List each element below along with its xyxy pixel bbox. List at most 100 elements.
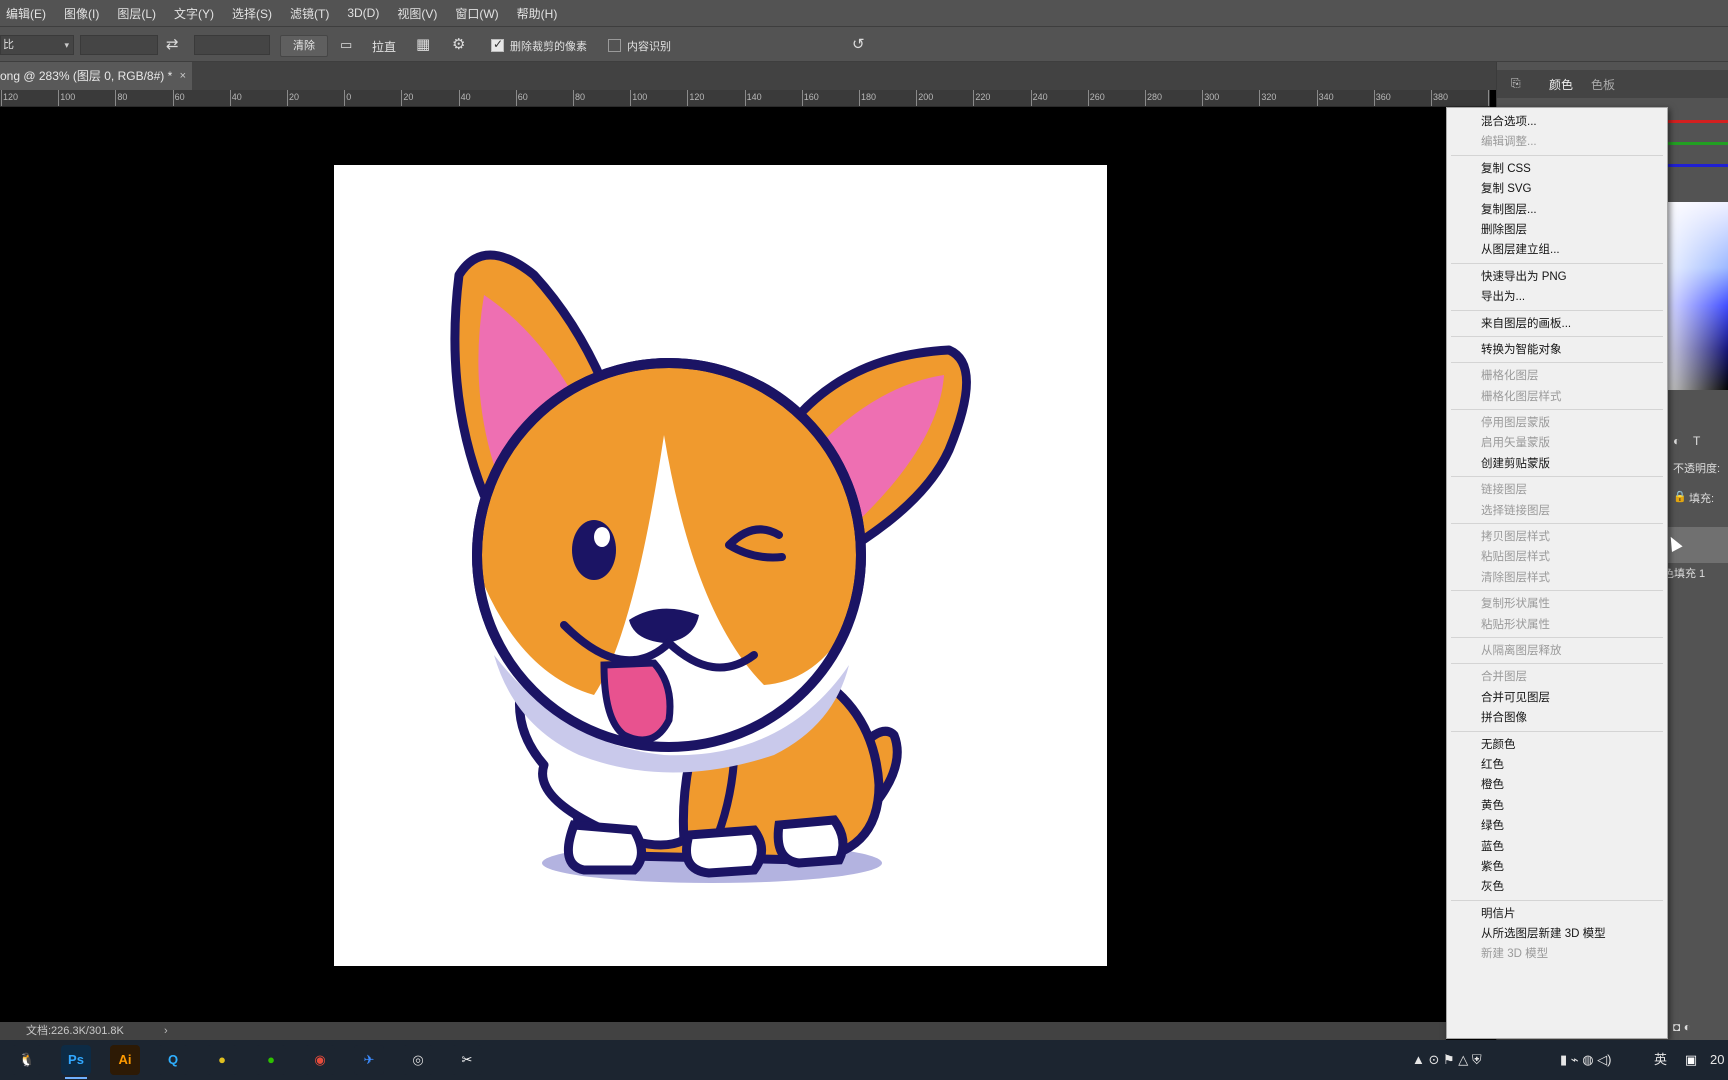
tab-swatches[interactable]: 色板 bbox=[1591, 76, 1615, 93]
context-menu-item: 新建 3D 模型 bbox=[1481, 948, 1549, 961]
clock: 20 bbox=[1710, 1052, 1725, 1067]
context-menu-item: 复制形状属性 bbox=[1481, 598, 1550, 611]
menu-separator bbox=[1451, 590, 1663, 592]
menu-item[interactable]: 图像(I) bbox=[64, 5, 109, 22]
ruler-tick: 120 bbox=[0, 90, 19, 106]
menu-item[interactable]: 编辑(E) bbox=[6, 5, 56, 22]
width-input[interactable] bbox=[80, 35, 158, 55]
menu-item[interactable]: 帮助(H) bbox=[517, 5, 568, 22]
context-menu-item[interactable]: 来自图层的画板... bbox=[1447, 314, 1667, 334]
wechat-icon[interactable]: ● bbox=[256, 1045, 286, 1075]
context-menu-item[interactable]: 复制图层... bbox=[1447, 200, 1667, 220]
context-menu-item: 清除图层样式 bbox=[1481, 571, 1550, 584]
chrome-icon[interactable]: ◉ bbox=[305, 1045, 335, 1075]
qq-icon[interactable]: 🐧 bbox=[12, 1045, 42, 1075]
context-menu-item[interactable]: 创建剪贴蒙版 bbox=[1447, 454, 1667, 474]
history-icon[interactable]: ⎘ bbox=[1511, 76, 1521, 91]
context-menu-item[interactable]: 导出为... bbox=[1447, 287, 1667, 307]
close-icon[interactable]: × bbox=[180, 62, 186, 90]
menu-item[interactable]: 选择(S) bbox=[232, 5, 282, 22]
context-menu-item[interactable]: 黄色 bbox=[1447, 796, 1667, 816]
photoshop-icon[interactable]: Ps bbox=[61, 1045, 91, 1079]
tray-icons[interactable]: ▲ ⊙ ⚑ △ ⛨ bbox=[1412, 1040, 1482, 1080]
menu-separator bbox=[1451, 154, 1663, 156]
context-menu-item: 编辑调整... bbox=[1481, 136, 1537, 149]
ruler-tick: 300 bbox=[1202, 90, 1220, 106]
color-spectrum[interactable] bbox=[1668, 202, 1728, 390]
type-icon[interactable]: T bbox=[1693, 434, 1700, 448]
context-menu-item[interactable]: 混合选项... bbox=[1447, 112, 1667, 132]
browser-q-icon[interactable]: Q bbox=[158, 1045, 188, 1075]
context-menu-item[interactable]: 橙色 bbox=[1447, 775, 1667, 795]
menu-separator bbox=[1451, 523, 1663, 525]
ruler-tick: 140 bbox=[744, 90, 762, 106]
context-menu-item[interactable]: 灰色 bbox=[1447, 877, 1667, 897]
panel-tabs: ⎘ 颜色 色板 bbox=[1497, 70, 1728, 98]
context-menu-item[interactable]: 蓝色 bbox=[1447, 837, 1667, 857]
ruler-tick: 80 bbox=[572, 90, 586, 106]
menu-item[interactable]: 滤镜(T) bbox=[290, 5, 339, 22]
ruler-tick: 100 bbox=[58, 90, 76, 106]
canvas-area[interactable] bbox=[0, 107, 1446, 1027]
menu-item[interactable]: 图层(L) bbox=[117, 5, 166, 22]
context-menu-item[interactable]: 明信片 bbox=[1447, 904, 1667, 924]
context-menu-item[interactable]: 复制 SVG bbox=[1447, 179, 1667, 199]
context-menu-item[interactable]: 快速导出为 PNG bbox=[1447, 267, 1667, 287]
capcut-icon[interactable]: ✂ bbox=[452, 1045, 482, 1075]
context-menu-item[interactable]: 紫色 bbox=[1447, 857, 1667, 877]
menu-item[interactable]: 3D(D) bbox=[347, 6, 389, 20]
green-slider[interactable] bbox=[1668, 142, 1728, 145]
menu-item[interactable]: 视图(V) bbox=[397, 5, 447, 22]
layer-context-menu: 混合选项... 编辑调整... 复制 CSS 复制 SVG 复制图层... 删除图层 从图层… bbox=[1446, 107, 1668, 1039]
status-menu-arrow[interactable]: › bbox=[164, 1022, 168, 1040]
context-menu-item: 启用矢量蒙版 bbox=[1481, 437, 1550, 450]
document-canvas[interactable] bbox=[334, 165, 1107, 966]
delete-cropped-checkbox[interactable] bbox=[491, 37, 504, 52]
red-slider[interactable] bbox=[1668, 120, 1728, 123]
tab-color[interactable]: 颜色 bbox=[1549, 76, 1573, 93]
menu-bar: 编辑(E) 图像(I) 图层(L) 文字(Y) 选择(S) 滤镜(T) 3D(D) 视图(V)… bbox=[0, 0, 1728, 26]
height-input[interactable] bbox=[194, 35, 270, 55]
context-menu-item[interactable]: 复制 CSS bbox=[1447, 159, 1667, 179]
menu-item[interactable]: 文字(Y) bbox=[174, 5, 224, 22]
ruler-tick: 320 bbox=[1259, 90, 1277, 106]
reset-icon[interactable]: ↺ bbox=[852, 35, 865, 55]
illustrator-icon[interactable]: Ai bbox=[110, 1045, 140, 1075]
ruler-tick: 60 bbox=[172, 90, 185, 106]
mask-icon[interactable]: ◘ ◐ bbox=[1673, 1020, 1691, 1034]
content-aware-checkbox[interactable] bbox=[608, 39, 621, 52]
context-menu-item[interactable]: 绿色 bbox=[1447, 816, 1667, 836]
context-menu-item: 停用图层蒙版 bbox=[1481, 417, 1550, 430]
swap-icon[interactable]: ⇄ bbox=[166, 35, 179, 55]
context-menu-item[interactable]: 红色 bbox=[1447, 755, 1667, 775]
feishu-icon[interactable]: ✈ bbox=[354, 1045, 384, 1075]
language-indicator[interactable]: 英 bbox=[1654, 1040, 1667, 1080]
ruler-tick: 220 bbox=[973, 90, 991, 106]
context-menu-item[interactable]: 删除图层 bbox=[1447, 220, 1667, 240]
obs-icon[interactable]: ◎ bbox=[403, 1045, 433, 1075]
adjustment-icon[interactable]: ◐ bbox=[1673, 434, 1680, 448]
clear-button[interactable]: 清除 bbox=[280, 35, 328, 57]
context-menu-item[interactable]: 从图层建立组... bbox=[1447, 240, 1667, 260]
document-tab[interactable]: ong @ 283% (图层 0, RGB/8#) * × bbox=[0, 62, 192, 90]
context-menu-item[interactable]: 无颜色 bbox=[1447, 735, 1667, 755]
lock-icon[interactable]: 🔒 bbox=[1673, 490, 1687, 503]
blue-slider[interactable] bbox=[1668, 164, 1728, 167]
ruler-tick: 200 bbox=[916, 90, 934, 106]
context-menu-item[interactable]: 从所选图层新建 3D 模型 bbox=[1447, 924, 1667, 944]
straighten-icon[interactable]: ▭ bbox=[340, 35, 352, 55]
straighten-button[interactable]: 拉直 bbox=[372, 38, 396, 55]
ball-app-icon[interactable]: ● bbox=[207, 1045, 237, 1075]
grid-overlay-icon[interactable]: ▦ bbox=[416, 35, 430, 55]
gear-icon[interactable]: ⚙ bbox=[452, 35, 465, 55]
ratio-select[interactable]: 比 ▾ bbox=[0, 35, 74, 55]
context-menu-item[interactable]: 合并可见图层 bbox=[1447, 688, 1667, 708]
context-menu-item[interactable]: 拼合图像 bbox=[1447, 708, 1667, 728]
tray-status-icons[interactable]: ▮ ⌁ ◍ ◁) bbox=[1560, 1040, 1612, 1080]
ruler-tick: 260 bbox=[1087, 90, 1105, 106]
menu-item[interactable]: 窗口(W) bbox=[455, 5, 508, 22]
fill-label: 填充: bbox=[1689, 493, 1715, 505]
notification-icon[interactable]: ▣ bbox=[1680, 1040, 1702, 1080]
context-menu-item[interactable]: 转换为智能对象 bbox=[1447, 340, 1667, 360]
layer-name[interactable]: 色填充 1 bbox=[1663, 565, 1705, 581]
